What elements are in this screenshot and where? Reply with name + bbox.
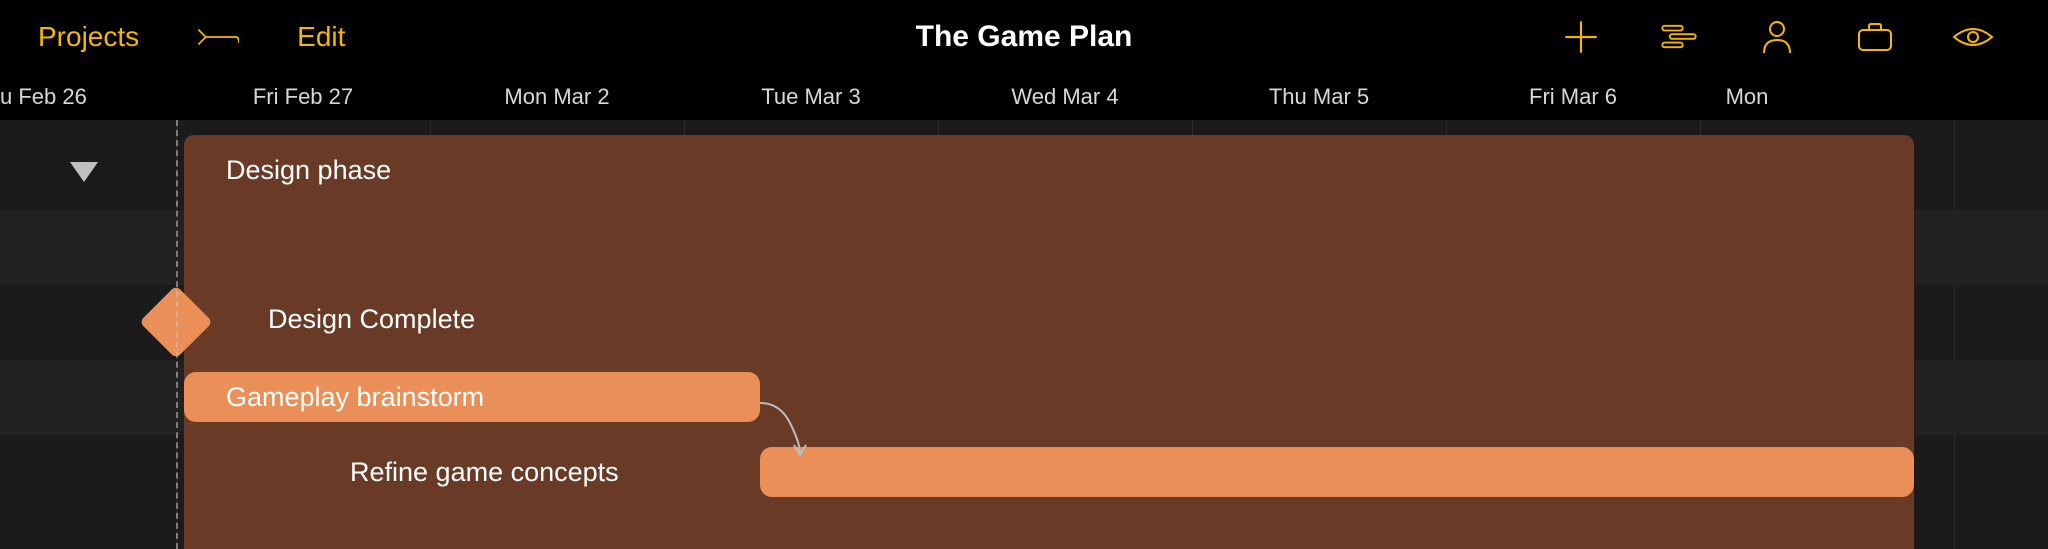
date-column: Tue Mar 3 xyxy=(684,74,938,119)
task-bar-refine-game-concepts[interactable] xyxy=(760,447,1914,497)
group-bar-design-phase[interactable] xyxy=(184,135,1914,210)
task-label: Refine game concepts xyxy=(350,457,619,488)
projects-button[interactable]: Projects xyxy=(38,21,139,53)
milestone-label: Design Complete xyxy=(268,304,475,335)
timeline-header: u Feb 26Fri Feb 27Mon Mar 2Tue Mar 3Wed … xyxy=(0,74,2048,120)
project-title: The Game Plan xyxy=(916,20,1133,54)
edit-button[interactable]: Edit xyxy=(297,21,345,53)
person-icon[interactable] xyxy=(1756,16,1798,58)
eye-icon[interactable] xyxy=(1952,16,1994,58)
dependency-arrow-icon xyxy=(750,393,830,473)
back-icon[interactable] xyxy=(197,16,239,58)
task-label: Gameplay brainstorm xyxy=(226,382,484,413)
gantt-chart[interactable]: Design phase Design Complete Gameplay brai… xyxy=(0,120,2048,549)
briefcase-icon[interactable] xyxy=(1854,16,1896,58)
date-column: Fri Feb 27 xyxy=(176,74,430,119)
group-label: Design phase xyxy=(226,155,391,186)
date-column: Fri Mar 6 xyxy=(1446,74,1700,119)
today-line xyxy=(176,120,178,549)
date-column: Mon Mar 2 xyxy=(430,74,684,119)
date-column: Wed Mar 4 xyxy=(938,74,1192,119)
date-column: u Feb 26 xyxy=(0,74,176,119)
date-column: Mon xyxy=(1700,74,1794,119)
list-icon[interactable] xyxy=(1658,16,1700,58)
date-column: Thu Mar 5 xyxy=(1192,74,1446,119)
plus-icon[interactable] xyxy=(1560,16,1602,58)
disclosure-triangle-icon[interactable] xyxy=(70,162,98,182)
toolbar: Projects Edit The Game Plan xyxy=(0,0,2048,74)
